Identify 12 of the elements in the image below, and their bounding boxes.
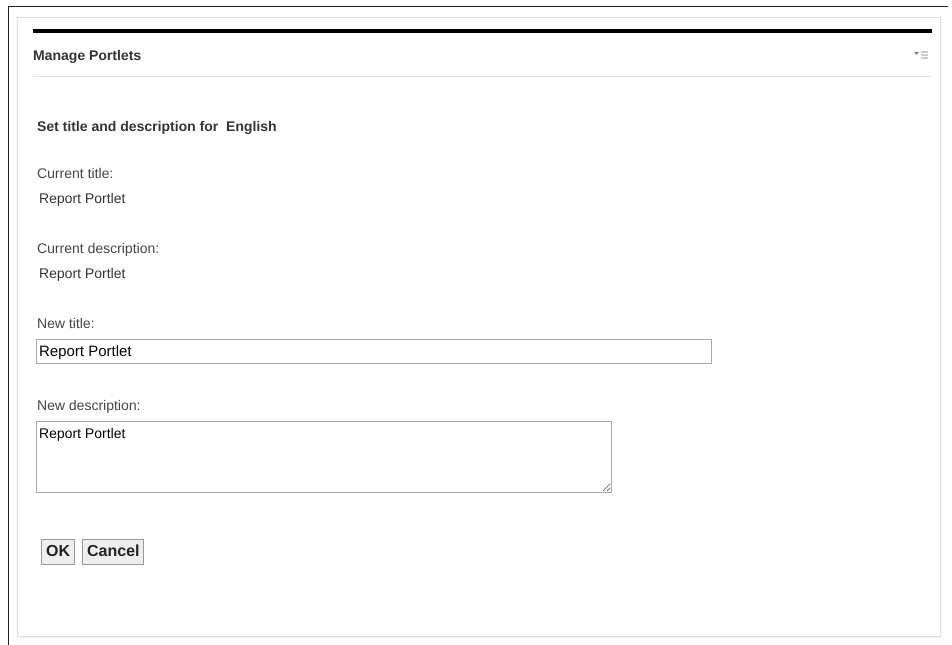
field-value: Report Portlet <box>39 190 126 206</box>
field-value: Report Portlet <box>39 265 126 281</box>
field-label: New title: <box>37 315 96 331</box>
portlet-title: Manage Portlets <box>33 46 142 62</box>
field-label: Current description: <box>37 240 160 256</box>
cancel-button[interactable]: Cancel <box>82 539 144 565</box>
section-heading: Set title and description for English <box>37 118 278 134</box>
ok-button[interactable]: OK <box>41 539 75 565</box>
field-label: Current title: <box>37 165 114 181</box>
title-input-field[interactable]: Report Portlet <box>36 339 712 364</box>
field-label: New description: <box>37 397 142 413</box>
description-text-area[interactable]: Report Portlet <box>36 421 612 493</box>
